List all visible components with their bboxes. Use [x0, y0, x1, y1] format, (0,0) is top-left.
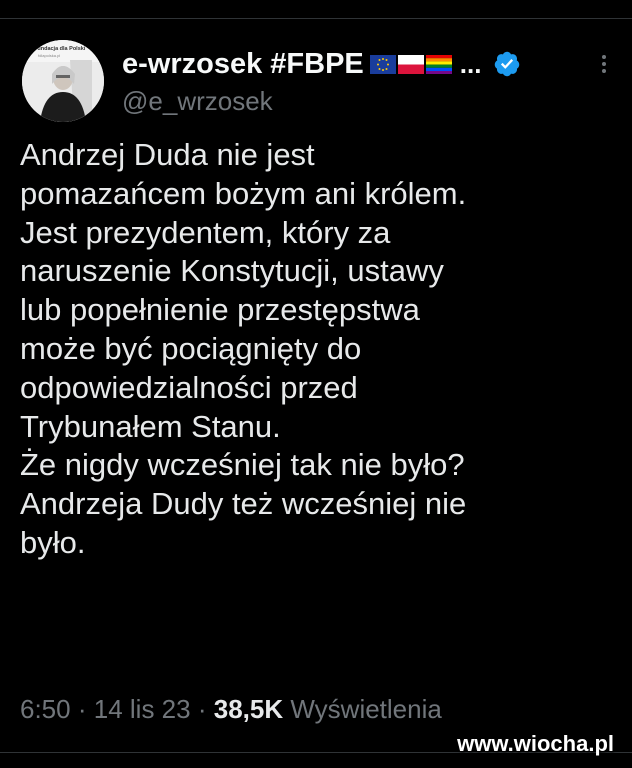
eu-flag-icon	[369, 54, 396, 74]
user-handle[interactable]: @e_wrzosek	[122, 86, 273, 117]
tweet-text-line: naruszenie Konstytucji, ustawy	[20, 253, 444, 289]
meta-separator: ·	[77, 694, 87, 724]
tweet-text-line: Że nigdy wcześniej tak nie było?	[20, 447, 465, 483]
tweet-text-line: było.	[20, 524, 86, 560]
tweet-time[interactable]: 6:50	[20, 694, 71, 724]
tweet-text-line: odpowiedzialności przed	[20, 369, 358, 405]
tweet-text-line: lub popełnienie przestępstwa	[20, 292, 420, 328]
meta-separator: ·	[197, 694, 207, 724]
top-divider	[0, 18, 632, 19]
watermark: www.wiocha.pl	[457, 731, 614, 756]
avatar[interactable]: Fundacja dla Polski fdlapolska.pl	[22, 40, 104, 122]
display-name-row[interactable]: e-wrzosek #FBPE ...	[122, 44, 521, 84]
avatar-banner-text: Fundacja dla Polski	[34, 46, 86, 52]
tweet-date[interactable]: 14 lis 23	[94, 694, 191, 724]
tweet-text-line: Jest prezydentem, który za	[20, 214, 391, 250]
tweet-text-line: może być pociągnięty do	[20, 330, 362, 366]
display-name[interactable]: e-wrzosek #FBPE	[122, 48, 364, 81]
views-count[interactable]: 38,5K	[214, 694, 283, 724]
avatar-banner-subtext: fdlapolska.pl	[38, 53, 60, 58]
tweet-text-line: pomazańcem bożym ani królem.	[20, 175, 467, 211]
views-label[interactable]: Wyświetlenia	[290, 694, 441, 724]
tweet-meta: 6:50 · 14 lis 23 · 38,5K Wyświetlenia	[20, 694, 442, 725]
flags	[369, 54, 452, 74]
poland-flag-icon	[397, 54, 424, 74]
tweet-text-line: Andrzeja Dudy też wcześniej nie	[20, 486, 467, 522]
tweet-text: Andrzej Duda nie jest pomazańcem bożym a…	[20, 136, 615, 563]
more-options-button[interactable]	[592, 52, 616, 76]
rainbow-flag-icon	[425, 54, 452, 74]
tweet-text-line: Andrzej Duda nie jest	[20, 137, 315, 172]
verified-badge-icon	[495, 51, 520, 77]
tweet-text-line: Trybunałem Stanu.	[20, 408, 281, 444]
name-overflow: ...	[459, 48, 482, 79]
more-vertical-icon	[602, 55, 606, 73]
